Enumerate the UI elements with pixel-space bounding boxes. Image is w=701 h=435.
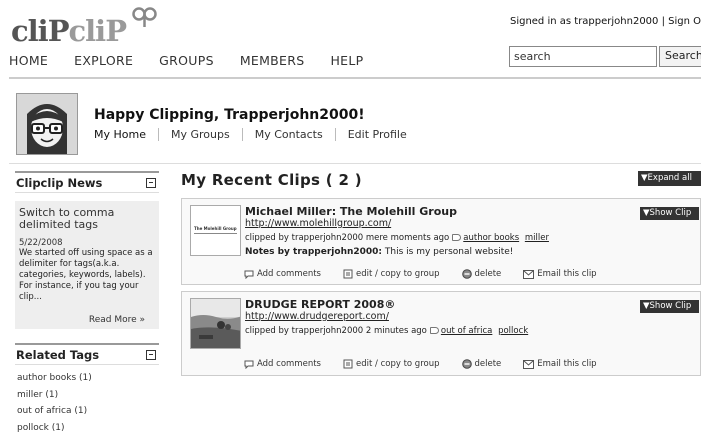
news-text: We started off using space as a delimite… (19, 248, 153, 302)
news-headline[interactable]: Switch to comma delimited tags (19, 207, 155, 231)
clip-card: DRUDGE REPORT 2008® http://www.drudgerep… (181, 291, 701, 376)
related-tag-item[interactable]: miller (1) (17, 388, 159, 405)
edit-icon (343, 359, 353, 369)
news-item: Switch to comma delimited tags 5/22/2008… (15, 201, 159, 329)
email-clip-button[interactable]: Email this clip (523, 359, 597, 369)
nav-home[interactable]: HOME (9, 53, 48, 68)
edit-copy-label: edit / copy to group (355, 359, 440, 369)
subnav-edit-profile[interactable]: Edit Profile (334, 128, 419, 141)
clip-thumbnail[interactable] (190, 298, 241, 349)
nav-explore[interactable]: EXPLORE (74, 53, 133, 68)
clip-meta: clipped by trapperjohn2000 mere moments … (245, 233, 552, 243)
logo-text-1: cliP (11, 14, 69, 48)
subnav-my-groups[interactable]: My Groups (157, 128, 242, 141)
related-tags-title: Related Tags (16, 347, 100, 362)
nav-groups[interactable]: GROUPS (159, 53, 214, 68)
clip-tag[interactable]: out of africa (441, 326, 492, 336)
show-clip-button[interactable]: ▼Show Clip (640, 300, 699, 313)
news-title: Clipclip News (16, 175, 103, 190)
clip-tag[interactable]: miller (525, 233, 549, 243)
news-date: 5/22/2008 (19, 238, 63, 248)
related-tag-item[interactable]: pollock (1) (17, 421, 159, 435)
related-tag-item[interactable]: out of africa (1) (17, 404, 159, 421)
paperclip-icon (132, 7, 157, 27)
show-clip-button[interactable]: ▼Show Clip (640, 207, 699, 220)
logo-text-2: cliP (68, 14, 127, 48)
clip-tag[interactable]: pollock (498, 326, 528, 336)
add-comments-button[interactable]: Add comments (244, 359, 321, 369)
delete-icon (461, 269, 472, 279)
avatar-face-icon (17, 94, 77, 154)
related-tag-item[interactable]: author books (1) (17, 371, 159, 388)
clip-meta: clipped by trapperjohn2000 2 minutes ago… (245, 326, 531, 336)
tag-icon (429, 327, 439, 334)
subnav-my-home[interactable]: My Home (94, 128, 158, 141)
clip-card: The Molehill Group Michael Miller: The M… (181, 198, 701, 285)
clip-actions: Add comments edit / copy to group delete… (244, 359, 619, 369)
notes-label: Notes by trapperjohn2000: (245, 247, 383, 257)
related-tags-box: Related Tags author books (1) miller (1)… (15, 343, 159, 435)
clipclip-logo[interactable]: cliPcliP (11, 7, 157, 48)
clip-notes: Notes by trapperjohn2000: This is my per… (245, 247, 513, 257)
profile-subnav: My Home My Groups My Contacts Edit Profi… (94, 128, 419, 141)
edit-copy-label: edit / copy to group (355, 269, 440, 279)
add-comments-label: Add comments (257, 359, 321, 369)
notes-text: This is my personal website! (384, 247, 514, 257)
email-clip-label: Email this clip (537, 359, 597, 369)
header-divider (9, 77, 701, 79)
clip-url[interactable]: http://www.molehillgroup.com/ (245, 218, 391, 229)
greeting-heading: Happy Clipping, Trapperjohn2000! (94, 107, 365, 123)
news-header: Clipclip News (15, 171, 159, 193)
delete-button[interactable]: delete (461, 269, 502, 279)
recent-clips-title: My Recent Clips ( 2 ) (181, 171, 362, 189)
email-icon (523, 269, 535, 279)
search-input[interactable] (509, 46, 657, 67)
delete-label: delete (474, 269, 502, 279)
clip-meta-text: clipped by trapperjohn2000 2 minutes ago (245, 326, 427, 336)
email-clip-label: Email this clip (537, 269, 597, 279)
comment-icon (244, 360, 254, 369)
signed-in-status: Signed in as trapperjohn2000 | Sign O (509, 16, 701, 27)
delete-button[interactable]: delete (461, 359, 502, 369)
email-clip-button[interactable]: Email this clip (523, 269, 597, 279)
nav-help[interactable]: HELP (330, 53, 363, 68)
nav-members[interactable]: MEMBERS (240, 53, 305, 68)
clipclip-news-box: Clipclip News Switch to comma delimited … (15, 171, 159, 329)
collapse-tags-icon[interactable] (146, 349, 156, 360)
read-more-link[interactable]: Read More » (19, 315, 155, 325)
collapse-news-icon[interactable] (146, 177, 156, 188)
clip-tag[interactable]: author books (463, 233, 519, 243)
edit-copy-button[interactable]: edit / copy to group (343, 359, 440, 369)
add-comments-label: Add comments (257, 269, 321, 279)
thumb-text: The Molehill Group (194, 226, 237, 231)
related-tags-header: Related Tags (15, 343, 159, 365)
landscape-photo-icon (191, 299, 240, 348)
clip-url[interactable]: http://www.drudgereport.com/ (245, 311, 389, 322)
subnav-my-contacts[interactable]: My Contacts (241, 128, 335, 141)
profile-divider (9, 163, 701, 164)
add-comments-button[interactable]: Add comments (244, 269, 321, 279)
main-nav: HOME EXPLORE GROUPS MEMBERS HELP (9, 53, 389, 68)
clip-title: DRUDGE REPORT 2008® (245, 298, 396, 311)
email-icon (523, 359, 535, 369)
search-button[interactable]: Search (659, 46, 701, 67)
delete-icon (461, 359, 472, 369)
avatar[interactable] (16, 93, 78, 155)
clip-thumbnail[interactable]: The Molehill Group (190, 205, 241, 256)
delete-label: delete (474, 359, 502, 369)
clip-title: Michael Miller: The Molehill Group (245, 205, 457, 218)
expand-all-button[interactable]: ▼Expand all (638, 171, 701, 186)
comment-icon (244, 270, 254, 279)
clip-actions: Add comments edit / copy to group delete… (244, 269, 619, 279)
clip-meta-text: clipped by trapperjohn2000 mere moments … (245, 233, 450, 243)
edit-icon (343, 269, 353, 279)
related-tags-list: author books (1) miller (1) out of afric… (15, 371, 159, 435)
tag-icon (452, 234, 462, 241)
edit-copy-button[interactable]: edit / copy to group (343, 269, 440, 279)
